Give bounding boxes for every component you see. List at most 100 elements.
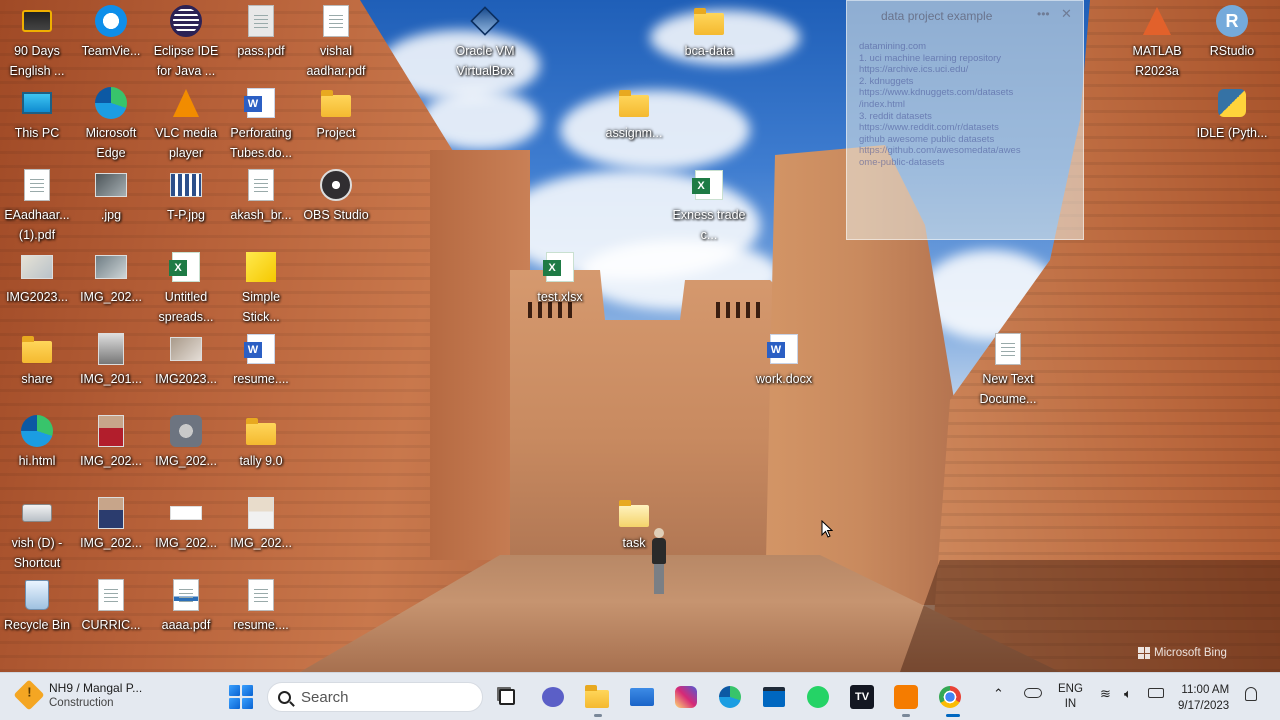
desktop-icon-test-xlsx[interactable]: X test.xlsx (522, 250, 598, 307)
desktop-icon-virtualbox[interactable]: Oracle VM VirtualBox (447, 4, 523, 81)
desktop-icon-jpg[interactable]: .jpg (73, 168, 149, 225)
running-indicator (594, 714, 602, 717)
close-icon[interactable]: ✕ (1061, 6, 1072, 22)
desktop-icon-vish-d-shortcut[interactable]: vish (D) - Shortcut (0, 496, 75, 573)
desktop-icon-curriculum[interactable]: CURRIC... (73, 578, 149, 635)
desktop-icon-img-201[interactable]: IMG_201... (73, 332, 149, 389)
taskbar-app-file-explorer[interactable] (583, 683, 611, 711)
pdf-file-icon (20, 168, 54, 202)
desktop-icon-resume-docx[interactable]: W resume.... (223, 332, 299, 389)
taskbar-app-microsoft-store[interactable] (760, 683, 788, 711)
taskbar-app-chrome[interactable] (936, 683, 964, 711)
desktop-icon-img-202-c[interactable]: IMG_202... (148, 414, 224, 471)
taskbar-app-instagram[interactable] (672, 683, 700, 711)
clock-time: 11:00 AM (1181, 684, 1230, 696)
desktop-icon-hi-html[interactable]: hi.html (0, 414, 75, 471)
app-icon (20, 4, 54, 38)
desktop-icon-project[interactable]: Project (298, 86, 374, 143)
onedrive-icon[interactable] (1024, 688, 1042, 698)
volume-icon[interactable]: 🔈︎ (1124, 686, 1132, 702)
desktop-icon-vlc[interactable]: VLC media player (148, 86, 224, 163)
desktop-icon-eclipse-ide[interactable]: Eclipse IDE for Java ... (148, 4, 224, 81)
mail-icon (630, 688, 654, 706)
desktop-icon-vishal-aadhar[interactable]: vishal aadhar.pdf (298, 4, 374, 81)
obs-icon (319, 168, 353, 202)
traffic-alert-icon (13, 679, 45, 711)
chevron-up-icon: ⌃ (993, 686, 1004, 701)
taskbar-app-tradingview[interactable]: TV (848, 683, 876, 711)
desktop-icon-simple-sticky[interactable]: Simple Stick... (223, 250, 299, 327)
desktop-icon-teamviewer[interactable]: TeamVie... (73, 4, 149, 61)
desktop-icon-eaadhaar[interactable]: EAadhaar... (1).pdf (0, 168, 75, 245)
desktop-icon-task[interactable]: task (596, 496, 672, 553)
taskbar-app-orange[interactable] (892, 683, 920, 711)
desktop-icon-new-text-document[interactable]: New Text Docume... (970, 332, 1046, 409)
note-line: 2. kdnuggets (859, 75, 914, 87)
desktop-icon-img-202-a[interactable]: IMG_202... (73, 250, 149, 307)
portrait-image-icon (94, 414, 128, 448)
text-file-icon (991, 332, 1025, 366)
more-options-icon[interactable]: ••• (1037, 7, 1050, 21)
desktop-icon-share[interactable]: share (0, 332, 75, 389)
taskbar-app-mail[interactable] (628, 683, 656, 711)
desktop-icon-recycle-bin[interactable]: Recycle Bin (0, 578, 75, 635)
taskbar-app-teams-chat[interactable] (539, 683, 567, 711)
search-icon (278, 690, 291, 704)
desktop-icon-untitled-spreadsheet[interactable]: X Untitled spreads... (148, 250, 224, 327)
desktop-icon-img-202-f[interactable]: IMG_202... (223, 496, 299, 553)
desktop-icon-bca-data[interactable]: bca-data (671, 4, 747, 61)
weather-widget[interactable]: NH9 / Mangal P... Construction (13, 679, 142, 711)
bing-watermark: Microsoft Bing (1138, 647, 1227, 659)
desktop-icon-aaaa-pdf[interactable]: aaaa.pdf (148, 578, 224, 635)
search-box[interactable]: Search (267, 682, 483, 712)
note-line: 1. uci machine learning repository (859, 52, 1002, 64)
teams-chat-icon (542, 687, 564, 707)
show-hidden-icons-button[interactable]: ⌃ (993, 686, 1004, 702)
desktop-icon-img-202-b[interactable]: IMG_202... (73, 414, 149, 471)
wifi-icon[interactable]: ≋ (1100, 686, 1111, 702)
note-line: https://www.kdnuggets.com/datasets (859, 87, 1014, 99)
desktop-icon-this-pc[interactable]: This PC (0, 86, 75, 143)
desktop-icon-img-202-e[interactable]: IMG_202... (148, 496, 224, 553)
desktop-icon-tally[interactable]: tally 9.0 (223, 414, 299, 471)
start-button[interactable] (229, 685, 253, 709)
taskbar-app-whatsapp[interactable] (804, 683, 832, 711)
portrait-image-icon (94, 496, 128, 530)
desktop-icon-rstudio[interactable]: R RStudio (1194, 4, 1270, 61)
desktop-icon-matlab[interactable]: MATLAB R2023a (1119, 4, 1195, 81)
language-indicator[interactable]: ENG IN (1058, 682, 1083, 712)
desktop-icon-perforating-tubes[interactable]: W Perforating Tubes.do... (223, 86, 299, 163)
sticky-note-widget[interactable]: data project example ••• ✕ datamining.co… (846, 0, 1084, 240)
desktop-icon-idle-python[interactable]: IDLE (Pyth... (1194, 86, 1270, 143)
battery-icon[interactable] (1148, 688, 1164, 698)
desktop-icon-work-docx[interactable]: W work.docx (746, 332, 822, 389)
language-region: IN (1064, 698, 1077, 710)
note-line: datamining.com (859, 41, 927, 52)
desktop-icon-img2023-a[interactable]: IMG2023... (0, 250, 75, 307)
desktop-icon-img-202-d[interactable]: IMG_202... (73, 496, 149, 553)
chrome-app-icon (939, 686, 961, 708)
desktop-icon-exness-trade[interactable]: X Exness trade c... (671, 168, 747, 245)
taskbar: NH9 / Mangal P... Construction Search TV (0, 672, 1280, 720)
desktop-icon-obs-studio[interactable]: OBS Studio (298, 168, 374, 225)
vlc-icon (169, 86, 203, 120)
desktop-icon-resume-pdf[interactable]: resume.... (223, 578, 299, 635)
desktop-icon-pass-pdf[interactable]: pass.pdf (223, 4, 299, 61)
desktop-icon-microsoft-edge[interactable]: Microsoft Edge (73, 86, 149, 163)
image-file-icon (169, 332, 203, 366)
image-file-icon (169, 414, 203, 448)
task-view-button[interactable] (493, 683, 521, 711)
desktop-icon-assignments[interactable]: assignm... (596, 86, 672, 143)
word-file-icon: W (244, 86, 278, 120)
desktop-icon-img2023-b[interactable]: IMG2023... (148, 332, 224, 389)
clock[interactable]: 11:00 AM 9/17/2023 (1178, 682, 1229, 714)
taskbar-app-edge[interactable] (716, 683, 744, 711)
desktop-icon-t-p-jpg[interactable]: T-P.jpg (148, 168, 224, 225)
notification-bell-icon[interactable] (1245, 687, 1257, 701)
desktop-icon-90-days-english[interactable]: 90 Days English ... (0, 4, 75, 81)
image-file-icon (94, 168, 128, 202)
desktop-icon-akash-br[interactable]: akash_br... (223, 168, 299, 225)
folder-icon (20, 332, 54, 366)
language-code: ENG (1058, 683, 1083, 695)
note-line: github awesome public datasets (859, 133, 995, 145)
